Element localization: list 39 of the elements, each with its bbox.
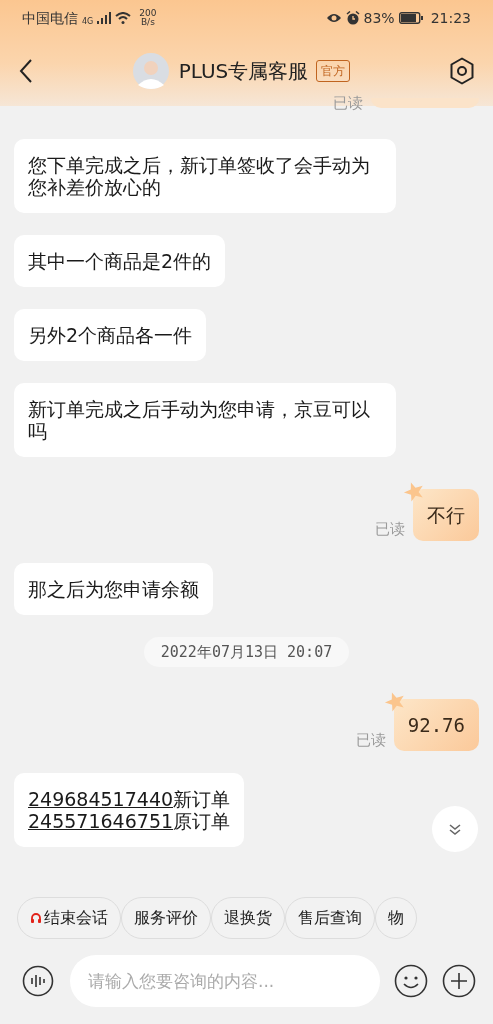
message-bubble: 您下单完成之后，新订单签收了会手动为您补差价放心的 [14, 138, 396, 213]
speed-unit: B/s [140, 18, 155, 27]
timestamp: 2022年07月13日 20:07 [143, 636, 350, 667]
message-bubble: 那之后为您申请余额 [14, 562, 213, 615]
headset-icon [30, 912, 42, 924]
message-bubble: 其中一个商品是2件的 [14, 234, 226, 287]
network-type: 4G [82, 15, 94, 28]
message-bubble: 新订单完成之后手动为您申请，京豆可以吗 [14, 382, 396, 457]
alarm-icon [345, 11, 360, 25]
read-receipt: 已读 [355, 729, 386, 751]
wifi-icon [115, 12, 132, 24]
message-input[interactable]: 请输入您要咨询的内容... [70, 955, 380, 1007]
settings-icon[interactable] [449, 57, 475, 85]
speed-value: 200 [139, 9, 157, 18]
signal-icon [97, 12, 112, 24]
quick-reply-chip[interactable]: 服务评价 [121, 897, 211, 939]
order-label: 原订单 [173, 810, 231, 832]
order-number-link[interactable]: 245571646751 [28, 810, 174, 832]
order-number-link[interactable]: 249684517440 [28, 788, 174, 810]
read-receipt: 已读 [333, 93, 363, 114]
quick-reply-chip[interactable]: 售后查询 [285, 897, 375, 939]
quick-reply-chip[interactable]: 结束会话 [17, 897, 121, 939]
order-label: 新订单 [173, 788, 231, 810]
add-icon[interactable] [442, 964, 476, 998]
message-bubble: 另外2个商品各一件 [14, 308, 207, 361]
clock-time: 21:23 [430, 8, 471, 28]
emoji-icon[interactable] [394, 964, 428, 998]
read-receipt: 已读 [375, 519, 405, 540]
back-icon[interactable] [18, 58, 34, 84]
chat-title: PLUS专属客服 [178, 58, 309, 85]
official-tag: 官方 [316, 60, 351, 82]
quick-reply-chip[interactable]: 退换货 [211, 897, 285, 939]
eye-icon [325, 12, 342, 24]
carrier-name: 中国电信 [22, 8, 78, 28]
voice-icon[interactable] [22, 965, 54, 997]
quick-reply-chip[interactable]: 物 [375, 897, 417, 939]
battery-icon [398, 12, 423, 24]
battery-percent: 83% [363, 8, 395, 28]
avatar-icon [132, 53, 169, 89]
